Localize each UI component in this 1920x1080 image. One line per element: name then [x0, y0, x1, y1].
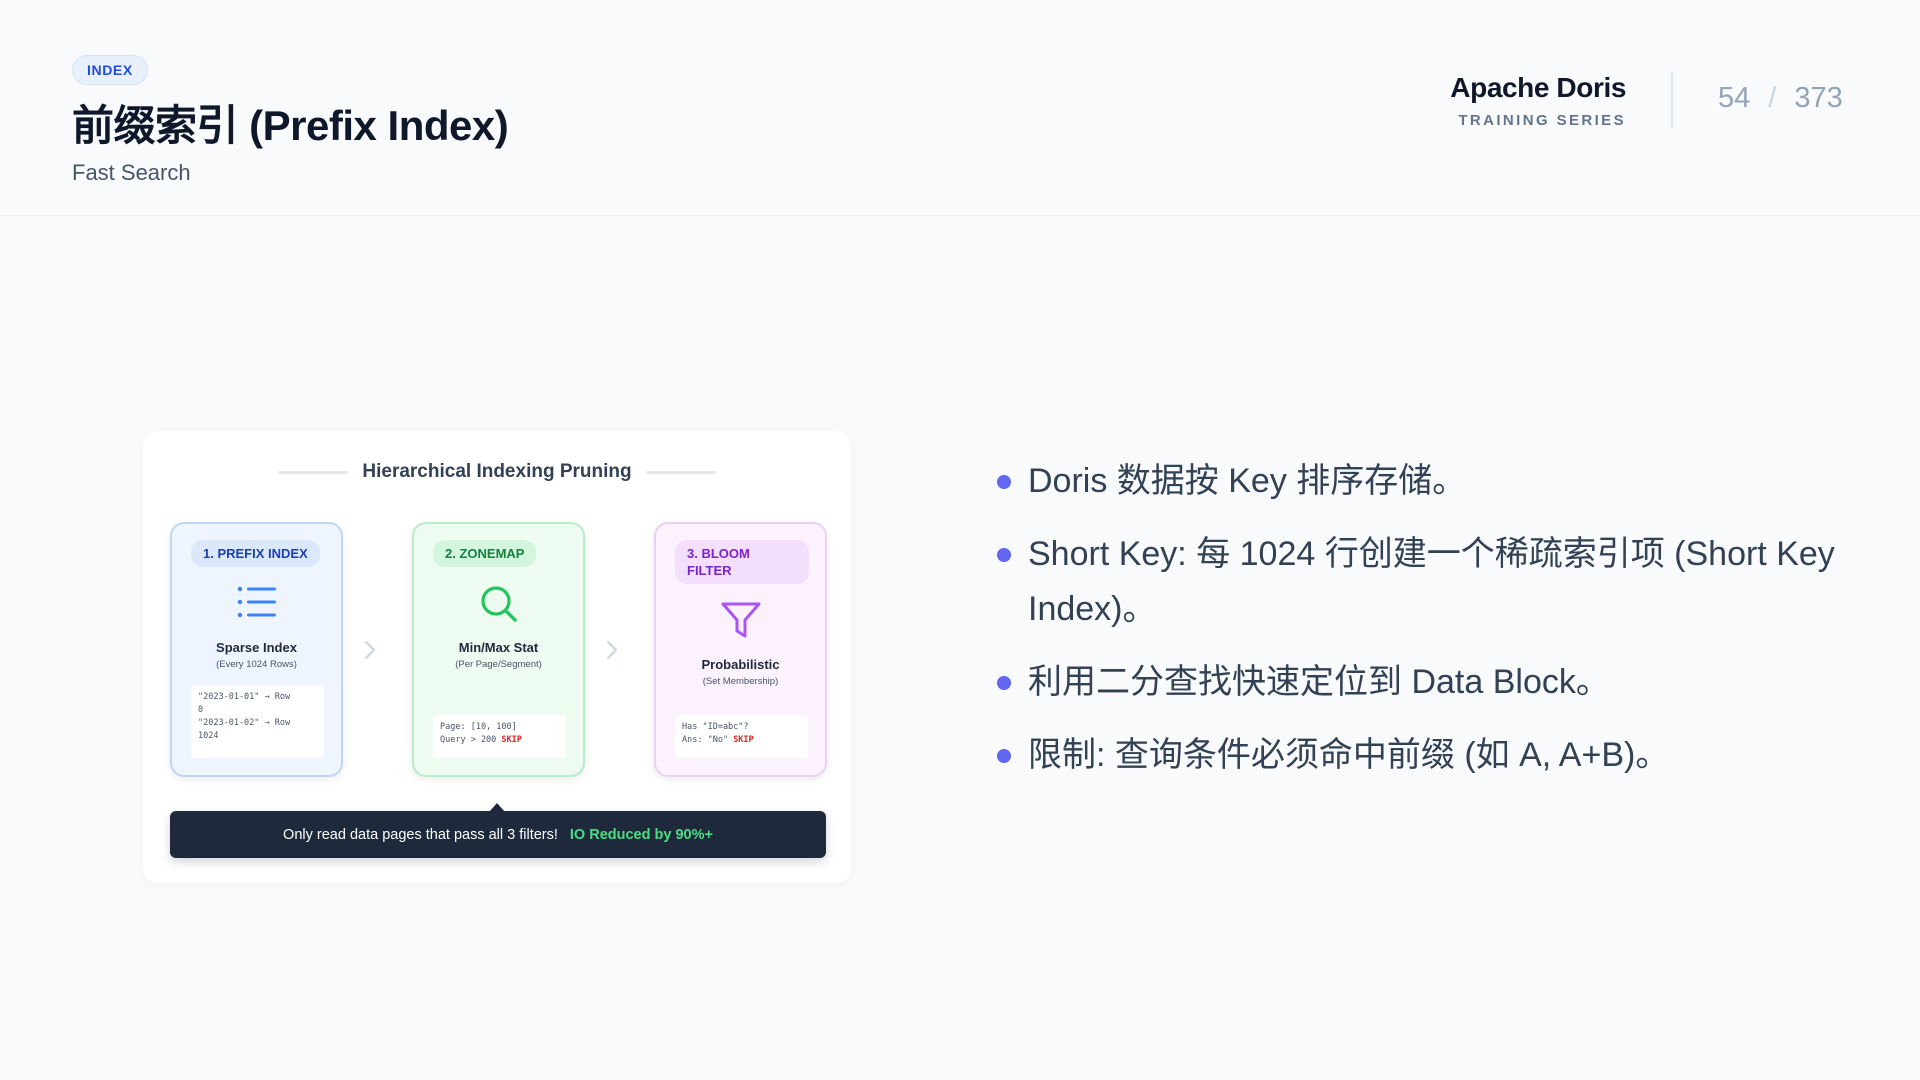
summary-bar: Only read data pages that pass all 3 fil… [170, 811, 826, 858]
code-line: 1024 [198, 731, 219, 741]
code-example: Has "ID=abc"? Ans: "No" SKIP [675, 715, 808, 758]
page-counter: 54 / 373 [1718, 82, 1843, 115]
title-rule-right [645, 470, 716, 474]
brand-subtitle: TRAINING SERIES [1458, 112, 1626, 129]
bullet-list: Doris 数据按 Key 排序存储。 Short Key: 每 1024 行创… [993, 454, 1873, 801]
summary-text: Only read data pages that pass all 3 fil… [283, 826, 558, 843]
bullet-dot-icon [997, 676, 1011, 690]
stage-label: 1. PREFIX INDEX [191, 540, 320, 567]
code-line: Page: [10, 100] [440, 722, 517, 732]
stage-label: 3. BLOOM FILTER [675, 540, 809, 584]
bullet-dot-icon [997, 749, 1011, 763]
code-line: Ans: "No" SKIP [682, 734, 801, 747]
stage-prefix-index: 1. PREFIX INDEX Sparse Index (Every 1024… [170, 522, 343, 777]
bullet-item: 限制: 查询条件必须命中前缀 (如 A, A+B)。 [993, 728, 1873, 783]
bullet-item: 利用二分查找快速定位到 Data Block。 [993, 655, 1873, 710]
bullet-dot-icon [997, 548, 1011, 562]
page-subtitle: Fast Search [72, 160, 191, 185]
summary-highlight: IO Reduced by 90%+ [569, 826, 713, 843]
stage-name: Probabilistic [701, 657, 780, 672]
stage-name: Min/Max Stat [458, 640, 539, 655]
brand: Apache Doris TRAINING SERIES [1450, 72, 1626, 129]
brand-name: Apache Doris [1450, 72, 1626, 103]
bullet-text: Doris 数据按 Key 排序存储。 [1028, 462, 1467, 500]
list-icon [237, 586, 276, 618]
code-example: Page: [10, 100] Query > 200 SKIP [433, 715, 566, 758]
search-icon [480, 586, 517, 622]
bullet-text: Short Key: 每 1024 行创建一个稀疏索引项 (Short Key … [1028, 535, 1835, 628]
funnel-icon [721, 602, 760, 638]
code-line: "2023-01-01" → Row [198, 692, 291, 702]
indexing-diagram: Hierarchical Indexing Pruning 1. PREFIX … [143, 431, 851, 883]
chevron-right-icon [606, 640, 618, 660]
code-line: Has "ID=abc"? [682, 722, 749, 732]
bullet-text: 利用二分查找快速定位到 Data Block。 [1028, 663, 1610, 701]
slide-header: INDEX 前缀索引 (Prefix Index) Fast Search Ap… [0, 0, 1920, 216]
stage-note: (Every 1024 Rows) [216, 659, 297, 670]
code-text: Query > 200 [440, 735, 497, 745]
bullet-item: Doris 数据按 Key 排序存储。 [993, 454, 1873, 509]
bullet-text: 限制: 查询条件必须命中前缀 (如 A, A+B)。 [1028, 736, 1670, 774]
section-tag: INDEX [72, 55, 148, 85]
diagram-title: Hierarchical Indexing Pruning [362, 461, 632, 482]
code-text: Ans: "No" [682, 735, 729, 745]
skip-label: SKIP [501, 735, 522, 745]
code-line: "2023-01-02" → Row [198, 718, 291, 728]
code-line: Query > 200 SKIP [440, 734, 559, 747]
stage-note: (Per Page/Segment) [455, 659, 542, 670]
page-current: 54 [1718, 82, 1751, 114]
page-separator: / [1768, 82, 1777, 114]
stage-note: (Set Membership) [702, 676, 779, 687]
chevron-right-icon [364, 640, 376, 660]
stage-bloom-filter: 3. BLOOM FILTER Probabilistic (Set Membe… [654, 522, 827, 777]
stage-label: 2. ZONEMAP [433, 540, 537, 567]
page-total: 373 [1794, 82, 1843, 114]
stage-zonemap: 2. ZONEMAP Min/Max Stat (Per Page/Segmen… [412, 522, 585, 777]
header-divider [1671, 72, 1673, 128]
bullet-item: Short Key: 每 1024 行创建一个稀疏索引项 (Short Key … [993, 527, 1873, 637]
code-line: 0 [198, 705, 204, 715]
stage-name: Sparse Index [216, 640, 297, 655]
bullet-dot-icon [997, 475, 1011, 489]
diagram-title-row: Hierarchical Indexing Pruning [143, 461, 851, 483]
skip-label: SKIP [733, 735, 754, 745]
page-title: 前缀索引 (Prefix Index) [72, 102, 509, 149]
title-rule-left [278, 470, 349, 474]
code-example: "2023-01-01" → Row 0 "2023-01-02" → Row … [191, 685, 324, 758]
